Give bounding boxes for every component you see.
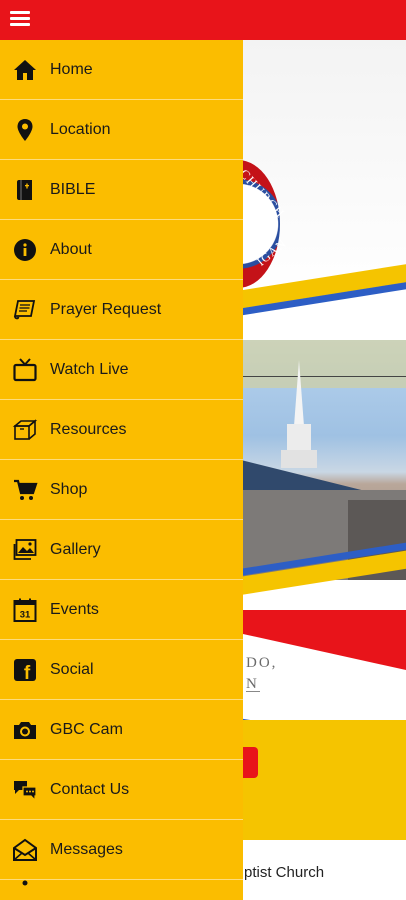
scroll-icon bbox=[12, 297, 38, 323]
menu-item-label: Events bbox=[50, 600, 99, 618]
svg-text:31: 31 bbox=[20, 609, 31, 620]
menu-item-label: Home bbox=[50, 60, 93, 78]
menu-item-contact-us[interactable]: Contact Us bbox=[0, 760, 243, 820]
drawer-header bbox=[0, 0, 243, 40]
camera-icon bbox=[12, 717, 38, 743]
menu-item-gallery[interactable]: Gallery bbox=[0, 520, 243, 580]
chat-icon bbox=[12, 777, 38, 803]
partial-icon bbox=[12, 873, 38, 899]
church-photo bbox=[243, 340, 406, 580]
menu-item-label: About bbox=[50, 240, 92, 258]
steeple bbox=[294, 360, 304, 426]
menu-item-partial[interactable] bbox=[0, 880, 243, 899]
drawer-menu: Home Location BIBLE About Prayer Request bbox=[0, 40, 243, 899]
menu-item-label: BIBLE bbox=[50, 180, 96, 198]
menu-item-label: Resources bbox=[50, 420, 127, 438]
menu-item-location[interactable]: Location bbox=[0, 100, 243, 160]
menu-item-events[interactable]: 31 Events bbox=[0, 580, 243, 640]
hamburger-menu-icon[interactable] bbox=[10, 11, 30, 29]
cart-icon bbox=[12, 477, 38, 503]
menu-item-label: Messages bbox=[50, 840, 123, 858]
menu-item-home[interactable]: Home bbox=[0, 40, 243, 100]
envelope-icon bbox=[12, 837, 38, 863]
side-drawer: Home Location BIBLE About Prayer Request bbox=[0, 0, 243, 900]
hero-text-fragment: DO, N bbox=[246, 655, 278, 692]
home-icon bbox=[12, 57, 38, 83]
menu-item-label: Shop bbox=[50, 480, 88, 498]
menu-item-watch-live[interactable]: Watch Live bbox=[0, 340, 243, 400]
menu-item-label: Social bbox=[50, 660, 94, 678]
menu-item-gbc-cam[interactable]: GBC Cam bbox=[0, 700, 243, 760]
menu-item-label: Location bbox=[50, 120, 111, 138]
facebook-icon: f bbox=[12, 657, 38, 683]
box-icon bbox=[12, 417, 38, 443]
location-pin-icon bbox=[12, 117, 38, 143]
svg-text:f: f bbox=[24, 663, 31, 683]
menu-item-about[interactable]: About bbox=[0, 220, 243, 280]
info-icon bbox=[12, 237, 38, 263]
menu-item-shop[interactable]: Shop bbox=[0, 460, 243, 520]
menu-item-bible[interactable]: BIBLE bbox=[0, 160, 243, 220]
menu-item-label: Gallery bbox=[50, 540, 101, 558]
bible-icon bbox=[12, 177, 38, 203]
decor-yellow-block bbox=[243, 720, 406, 840]
menu-item-prayer-request[interactable]: Prayer Request bbox=[0, 280, 243, 340]
gallery-icon bbox=[12, 537, 38, 563]
menu-item-social[interactable]: f Social bbox=[0, 640, 243, 700]
menu-item-resources[interactable]: Resources bbox=[0, 400, 243, 460]
footer-church-name: ptist Church bbox=[244, 864, 325, 881]
menu-item-label: Prayer Request bbox=[50, 300, 162, 318]
menu-item-label: Watch Live bbox=[50, 360, 129, 378]
menu-item-messages[interactable]: Messages bbox=[0, 820, 243, 880]
tv-icon bbox=[12, 357, 38, 383]
calendar-icon: 31 bbox=[12, 597, 38, 623]
menu-item-label: Contact Us bbox=[50, 780, 130, 798]
menu-item-label: GBC Cam bbox=[50, 720, 123, 738]
